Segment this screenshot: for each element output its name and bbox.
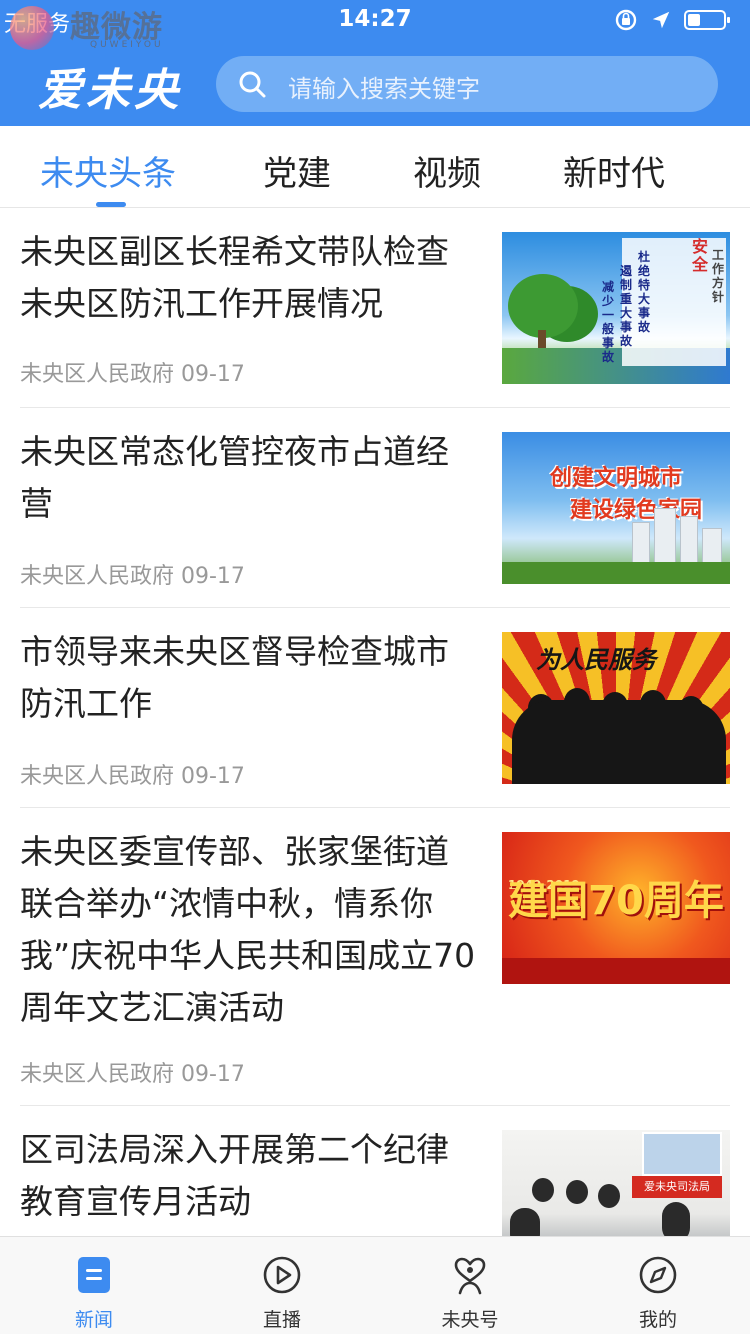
thumb-text: 杜绝特大事故 [638, 250, 651, 334]
active-tab-indicator [96, 202, 126, 207]
nav-label: 我的 [638, 1309, 677, 1331]
news-item[interactable]: 未央区委宣传部、张家堡街道联合举办“浓情中秋，情系你我”庆祝中华人民共和国成立7… [20, 808, 730, 1106]
building-graphic [680, 516, 698, 566]
news-meta: 未央区人民政府 09-17 [20, 758, 245, 790]
news-thumbnail[interactable]: 创建文明城市 建设绿色家园 [502, 432, 730, 584]
thumb-text: 工作方针 [712, 248, 725, 304]
news-meta: 未央区人民政府 09-17 [20, 558, 245, 590]
news-thumbnail[interactable]: 1949-2019 建国70周年 [502, 832, 730, 984]
news-title[interactable]: 未央区委宣传部、张家堡街道联合举办“浓情中秋，情系你我”庆祝中华人民共和国成立7… [20, 826, 480, 1034]
news-meta: 未央区人民政府 09-17 [20, 356, 245, 388]
person-graphic [510, 1208, 540, 1236]
building-graphic [632, 522, 650, 566]
thumb-text: 创建文明城市 [549, 466, 682, 491]
rotation-lock-icon [615, 9, 637, 31]
news-source: 未央区人民政府 [20, 764, 181, 789]
news-item[interactable]: 市领导来未央区督导检查城市防汛工作 未央区人民政府 09-17 为人民服务 [20, 608, 730, 808]
building-graphic [654, 508, 676, 566]
thumb-text: 建设绿色家园 [569, 498, 702, 523]
person-graphic [532, 1178, 554, 1202]
news-thumbnail[interactable]: 杜绝特大事故 遏制重大事故 减少一般事故 安全 工作方针 [502, 232, 730, 384]
thumb-text: 安全 [692, 237, 709, 274]
nav-news[interactable]: 新闻 [0, 1237, 188, 1334]
news-date: 09-17 [181, 564, 245, 589]
nav-label: 新闻 [74, 1309, 113, 1331]
play-icon [263, 1256, 301, 1294]
search-bar[interactable]: 请输入搜索关键字 [216, 56, 718, 112]
news-thumbnail[interactable]: 为人民服务 [502, 632, 730, 784]
thumb-text: 遏制重大事故 [620, 264, 633, 348]
compass-icon [639, 1256, 677, 1294]
thumb-text: 爱未央司法局 [632, 1176, 722, 1198]
heart-person-icon [454, 1257, 486, 1295]
bottom-navigation: 新闻 直播 未央号 我的 [0, 1236, 750, 1334]
news-title[interactable]: 未央区副区长程希文带队检查未央区防汛工作开展情况 [20, 226, 480, 330]
watermark-subtext: QUWEIYOU [90, 40, 164, 50]
search-input[interactable]: 请输入搜索关键字 [288, 69, 480, 104]
news-meta: 未央区人民政府 09-17 [20, 1056, 245, 1088]
news-title[interactable]: 未央区常态化管控夜市占道经营 [20, 426, 480, 530]
tree-graphic [508, 274, 578, 338]
tab-headlines[interactable]: 未央头条 [40, 146, 176, 195]
news-title[interactable]: 区司法局深入开展第二个纪律教育宣传月活动 [20, 1124, 480, 1228]
news-date: 09-17 [181, 1062, 245, 1087]
building-graphic [702, 528, 722, 566]
app-logo[interactable]: 爱未央 [38, 54, 182, 116]
nav-label: 直播 [262, 1309, 301, 1331]
news-source: 未央区人民政府 [20, 362, 181, 387]
thumb-text: 建国70周年 [508, 878, 724, 924]
nav-profile[interactable]: 我的 [564, 1237, 750, 1334]
gate-graphic [502, 958, 730, 984]
news-icon [78, 1257, 110, 1293]
person-graphic [662, 1202, 690, 1236]
news-item[interactable]: 区司法局深入开展第二个纪律教育宣传月活动 爱未央司法局 [20, 1106, 730, 1236]
ground-graphic [502, 562, 730, 584]
tab-video[interactable]: 视频 [413, 146, 481, 195]
crowd-graphic [512, 700, 726, 784]
thumb-text: 减少一般事故 [602, 280, 615, 364]
news-date: 09-17 [181, 764, 245, 789]
person-graphic [598, 1184, 620, 1208]
search-icon [239, 71, 266, 98]
news-title[interactable]: 市领导来未央区督导检查城市防汛工作 [20, 626, 480, 730]
person-graphic [566, 1180, 588, 1204]
status-bar: 无服务 趣微游 QUWEIYOU 14:27 [0, 0, 750, 50]
news-list: 未央区副区长程希文带队检查未央区防汛工作开展情况 未央区人民政府 09-17 杜… [0, 208, 750, 1236]
battery-icon [684, 10, 730, 30]
news-source: 未央区人民政府 [20, 1062, 181, 1087]
news-date: 09-17 [181, 362, 245, 387]
nav-weiyang-account[interactable]: 未央号 [376, 1237, 564, 1334]
nav-live[interactable]: 直播 [188, 1237, 376, 1334]
status-icons [614, 8, 732, 32]
news-item[interactable]: 未央区常态化管控夜市占道经营 未央区人民政府 09-17 创建文明城市 建设绿色… [20, 408, 730, 608]
news-source: 未央区人民政府 [20, 564, 181, 589]
category-tabs: 未央头条 党建 视频 新时代 [0, 126, 750, 208]
window-graphic [642, 1132, 722, 1176]
tab-new-era[interactable]: 新时代 [563, 146, 665, 195]
news-item[interactable]: 未央区副区长程希文带队检查未央区防汛工作开展情况 未央区人民政府 09-17 杜… [20, 208, 730, 408]
tab-party-building[interactable]: 党建 [263, 146, 331, 195]
thumb-text: 为人民服务 [536, 645, 656, 674]
nav-label: 未央号 [441, 1309, 499, 1331]
location-icon [652, 11, 670, 29]
news-thumbnail[interactable]: 爱未央司法局 [502, 1130, 730, 1236]
app-header: 无服务 趣微游 QUWEIYOU 14:27 爱未央 [0, 0, 750, 126]
